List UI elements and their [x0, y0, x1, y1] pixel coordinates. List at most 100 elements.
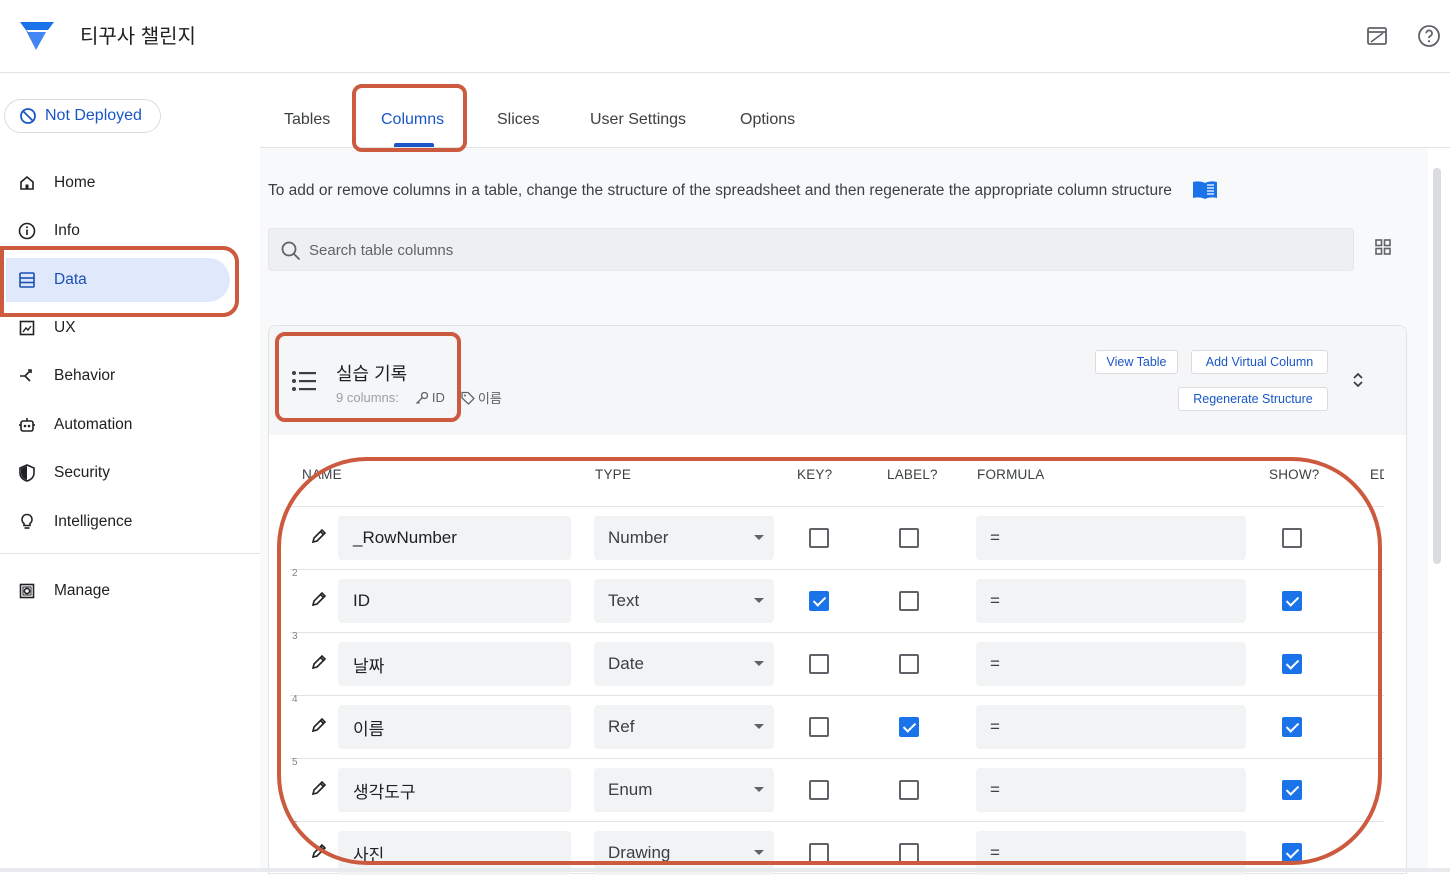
- show-checkbox[interactable]: [1282, 843, 1302, 863]
- dropdown-caret-icon: [754, 724, 764, 729]
- key-checkbox[interactable]: [809, 780, 829, 800]
- show-checkbox[interactable]: [1282, 591, 1302, 611]
- columns-count: 9 columns:: [336, 390, 399, 405]
- dropdown-caret-icon: [754, 598, 764, 603]
- sidebar-item-security[interactable]: Security: [0, 451, 232, 495]
- label-checkbox[interactable]: [899, 528, 919, 548]
- grid-view-icon[interactable]: [1374, 238, 1392, 256]
- key-column-indicator: ID: [415, 390, 445, 405]
- label-checkbox[interactable]: [899, 654, 919, 674]
- sidebar-item-ux[interactable]: UX: [0, 306, 232, 350]
- label-checkbox[interactable]: [899, 717, 919, 737]
- edit-pencil-icon[interactable]: [311, 528, 327, 544]
- label-column-name: 이름: [477, 391, 502, 406]
- sidebar-item-manage[interactable]: Manage: [0, 569, 232, 613]
- edit-pencil-icon[interactable]: [311, 780, 327, 796]
- edit-pencil-icon[interactable]: [311, 591, 327, 607]
- deploy-status-chip[interactable]: Not Deployed: [4, 99, 161, 133]
- row-number: 2: [292, 568, 298, 579]
- documentation-book-icon[interactable]: [1192, 180, 1218, 200]
- header-type: TYPE: [595, 467, 632, 482]
- tab-user-settings[interactable]: User Settings: [590, 111, 686, 129]
- regenerate-structure-button[interactable]: Regenerate Structure: [1178, 387, 1328, 411]
- edit-pencil-icon[interactable]: [311, 843, 327, 859]
- column-type-select[interactable]: Text: [594, 579, 774, 623]
- app-title: 티꾸사 챌린지: [80, 26, 196, 48]
- sidebar-item-label: Automation: [54, 416, 133, 433]
- help-icon[interactable]: [1417, 24, 1441, 48]
- sidebar-item-info[interactable]: Info: [0, 209, 232, 253]
- ux-icon: [17, 318, 37, 338]
- formula-field[interactable]: =: [976, 705, 1246, 749]
- row-divider: [290, 758, 1384, 759]
- row-divider: [290, 506, 1384, 507]
- column-name-field[interactable]: _RowNumber: [338, 516, 571, 560]
- header-editable: EDITABLE?: [1370, 467, 1384, 482]
- header-key: KEY?: [797, 467, 833, 482]
- edit-pencil-icon[interactable]: [311, 654, 327, 670]
- search-input[interactable]: [307, 229, 1311, 272]
- shield-icon: [17, 463, 37, 483]
- expand-collapse-icon[interactable]: [1350, 371, 1366, 389]
- page-scrollbar[interactable]: [1433, 168, 1441, 564]
- table-card-header: 실습 기록 9 columns: ID 이름 View Table Add Vi…: [269, 326, 1406, 435]
- formula-field[interactable]: =: [976, 579, 1246, 623]
- column-type-select[interactable]: Date: [594, 642, 774, 686]
- top-bar: 티꾸사 챌린지: [0, 0, 1450, 73]
- sidebar-item-label: Behavior: [54, 367, 116, 384]
- formula-field[interactable]: =: [976, 642, 1246, 686]
- key-checkbox[interactable]: [809, 654, 829, 674]
- view-table-button[interactable]: View Table: [1095, 350, 1178, 374]
- column-name-field[interactable]: 이름: [338, 705, 571, 749]
- sidebar-item-label: Data: [54, 271, 87, 288]
- column-type-select[interactable]: Ref: [594, 705, 774, 749]
- column-type-value: Date: [608, 654, 644, 673]
- row-number: 3: [292, 631, 298, 642]
- sidebar-item-intelligence[interactable]: Intelligence: [0, 500, 232, 544]
- show-checkbox[interactable]: [1282, 528, 1302, 548]
- show-checkbox[interactable]: [1282, 780, 1302, 800]
- row-number: 6: [292, 820, 298, 831]
- tab-columns[interactable]: Columns: [381, 111, 444, 129]
- columns-description: To add or remove columns in a table, cha…: [268, 182, 1172, 199]
- show-checkbox[interactable]: [1282, 717, 1302, 737]
- sidebar-item-data[interactable]: Data: [6, 258, 230, 302]
- header-formula: FORMULA: [977, 467, 1045, 482]
- sidebar-item-label: Info: [54, 222, 80, 239]
- key-checkbox[interactable]: [809, 843, 829, 863]
- column-name-field[interactable]: ID: [338, 579, 571, 623]
- column-type-select[interactable]: Number: [594, 516, 774, 560]
- show-checkbox[interactable]: [1282, 654, 1302, 674]
- deploy-status-label: Not Deployed: [45, 107, 142, 124]
- not-deployed-icon: [20, 108, 36, 124]
- tab-slices[interactable]: Slices: [497, 111, 540, 129]
- column-name-field[interactable]: 생각도구: [338, 768, 571, 812]
- appsheet-logo: [20, 22, 54, 50]
- tag-icon: [461, 391, 475, 405]
- edit-pencil-icon[interactable]: [311, 717, 327, 733]
- list-icon: [292, 371, 316, 391]
- column-type-value: Drawing: [608, 843, 671, 862]
- column-name-field[interactable]: 날짜: [338, 642, 571, 686]
- label-checkbox[interactable]: [899, 591, 919, 611]
- sidebar-item-automation[interactable]: Automation: [0, 403, 232, 447]
- header-label: LABEL?: [887, 467, 938, 482]
- key-column-name: ID: [431, 390, 445, 405]
- sidebar-item-home[interactable]: Home: [0, 161, 232, 205]
- key-icon: [415, 391, 429, 404]
- key-checkbox[interactable]: [809, 717, 829, 737]
- column-type-value: Enum: [608, 780, 653, 799]
- tab-tables[interactable]: Tables: [284, 111, 330, 129]
- formula-field[interactable]: =: [976, 516, 1246, 560]
- key-checkbox[interactable]: [809, 591, 829, 611]
- column-type-select[interactable]: Enum: [594, 768, 774, 812]
- label-checkbox[interactable]: [899, 780, 919, 800]
- row-divider: [290, 695, 1384, 696]
- add-virtual-column-button[interactable]: Add Virtual Column: [1191, 350, 1328, 374]
- key-checkbox[interactable]: [809, 528, 829, 548]
- label-checkbox[interactable]: [899, 843, 919, 863]
- preview-toggle-icon[interactable]: [1365, 24, 1389, 48]
- tab-options[interactable]: Options: [740, 111, 795, 129]
- formula-field[interactable]: =: [976, 768, 1246, 812]
- sidebar-item-behavior[interactable]: Behavior: [0, 354, 232, 398]
